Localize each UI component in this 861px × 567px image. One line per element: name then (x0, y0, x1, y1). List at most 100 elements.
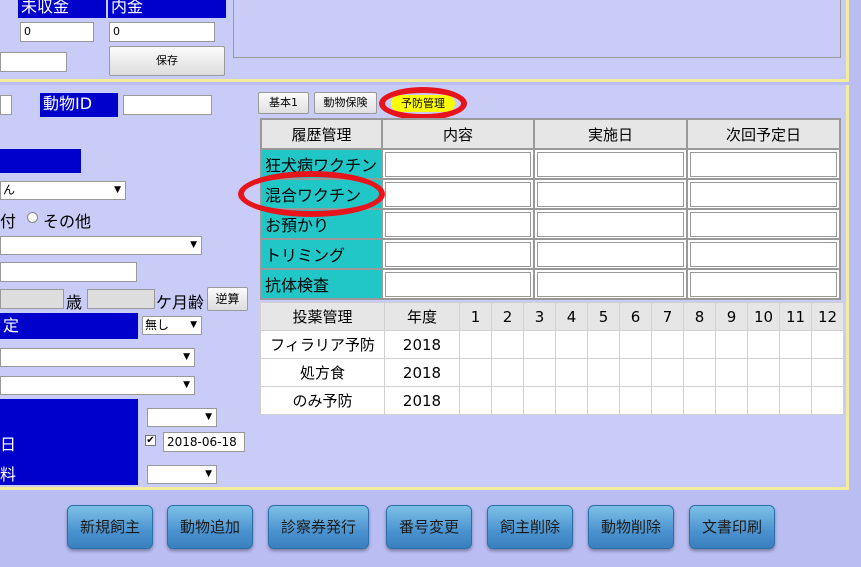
chevron-down-icon: ▼ (190, 240, 197, 250)
fee-label-fragment: 料 (0, 465, 17, 484)
month-cell[interactable] (779, 386, 812, 415)
month-cell[interactable] (747, 330, 780, 359)
next-date-input[interactable] (690, 211, 837, 237)
cell (533, 208, 688, 240)
month-cell[interactable] (491, 330, 524, 359)
month-cell[interactable] (555, 358, 588, 387)
date-input[interactable]: 2018-06-18 (163, 432, 245, 452)
chevron-down-icon: ▼ (183, 380, 190, 390)
next-date-input[interactable] (690, 151, 837, 177)
month-cell[interactable] (587, 330, 620, 359)
select-4[interactable]: ▼ (147, 408, 217, 427)
month-cell[interactable] (811, 386, 844, 415)
next-date-input[interactable] (690, 241, 837, 267)
new-owner-button[interactable]: 新規飼主 (67, 505, 153, 549)
cell (533, 148, 688, 180)
month-cell[interactable] (811, 358, 844, 387)
month-cell[interactable] (491, 386, 524, 415)
tab-animal-insurance[interactable]: 動物保険 (314, 92, 377, 114)
save-button[interactable]: 保存 (109, 46, 225, 76)
select-3[interactable]: ▼ (0, 376, 195, 395)
animal-id-input[interactable] (123, 95, 212, 115)
reverse-calc-button[interactable]: 逆算 (207, 287, 248, 311)
table-row: フィラリア予防 2018 (260, 330, 844, 359)
month-header: 11 (779, 302, 812, 331)
month-header: 12 (811, 302, 844, 331)
inner-input[interactable]: 0 (109, 22, 215, 42)
month-cell[interactable] (619, 358, 652, 387)
teiki-label: 定 (0, 313, 138, 339)
month-cell[interactable] (715, 386, 748, 415)
date-input[interactable] (537, 211, 684, 237)
change-number-button[interactable]: 番号変更 (386, 505, 472, 549)
month-cell[interactable] (715, 330, 748, 359)
print-document-button[interactable]: 文書印刷 (689, 505, 775, 549)
month-cell[interactable] (651, 358, 684, 387)
top-left-input[interactable] (0, 52, 67, 72)
month-header: 9 (715, 302, 748, 331)
month-cell[interactable] (683, 358, 716, 387)
none-select[interactable]: 無し ▼ (142, 316, 202, 335)
medication-year[interactable]: 2018 (384, 330, 460, 359)
content-input[interactable] (385, 241, 531, 267)
pet-name-select[interactable]: ん ▼ (0, 181, 126, 200)
month-cell[interactable] (523, 386, 556, 415)
age-years-input[interactable] (0, 289, 64, 309)
next-date-input[interactable] (690, 271, 837, 297)
month-cell[interactable] (715, 358, 748, 387)
date-input[interactable] (537, 241, 684, 267)
month-cell[interactable] (587, 386, 620, 415)
medication-year[interactable]: 2018 (384, 358, 460, 387)
content-input[interactable] (385, 151, 531, 177)
month-cell[interactable] (779, 358, 812, 387)
month-cell[interactable] (523, 330, 556, 359)
cell (686, 238, 841, 270)
month-cell[interactable] (619, 386, 652, 415)
month-cell[interactable] (651, 330, 684, 359)
select-5[interactable]: ▼ (147, 465, 217, 484)
month-cell[interactable] (491, 358, 524, 387)
uncollected-input[interactable]: 0 (20, 22, 94, 42)
date-input[interactable] (537, 271, 684, 297)
delete-animal-button[interactable]: 動物削除 (588, 505, 674, 549)
month-cell[interactable] (747, 386, 780, 415)
tab-basic1[interactable]: 基本1 (258, 92, 309, 114)
month-cell[interactable] (459, 386, 492, 415)
month-cell[interactable] (555, 330, 588, 359)
age-months-input[interactable] (87, 289, 155, 309)
date-input[interactable] (537, 151, 684, 177)
month-cell[interactable] (555, 386, 588, 415)
month-cell[interactable] (779, 330, 812, 359)
cell (381, 208, 535, 240)
medication-name: フィラリア予防 (260, 330, 385, 359)
month-cell[interactable] (683, 330, 716, 359)
next-date-input[interactable] (690, 181, 837, 207)
date-checkbox[interactable]: ✔ (145, 435, 156, 446)
issue-card-button[interactable]: 診察券発行 (268, 505, 369, 549)
history-header-label: 履歴管理 (260, 118, 383, 150)
month-header: 10 (747, 302, 780, 331)
month-cell[interactable] (587, 358, 620, 387)
month-cell[interactable] (683, 386, 716, 415)
month-cell[interactable] (811, 330, 844, 359)
month-cell[interactable] (459, 330, 492, 359)
content-input[interactable] (385, 181, 531, 207)
radio-other[interactable] (27, 212, 38, 223)
month-cell[interactable] (747, 358, 780, 387)
month-cell[interactable] (651, 386, 684, 415)
month-cell[interactable] (619, 330, 652, 359)
text-input-1[interactable] (0, 262, 137, 282)
select-1[interactable]: ▼ (0, 236, 202, 255)
month-cell[interactable] (523, 358, 556, 387)
month-cell[interactable] (459, 358, 492, 387)
medication-year[interactable]: 2018 (384, 386, 460, 415)
content-input[interactable] (385, 211, 531, 237)
left-cut-input[interactable] (0, 95, 12, 115)
history-header-date: 実施日 (533, 118, 688, 150)
add-animal-button[interactable]: 動物追加 (167, 505, 253, 549)
date-input[interactable] (537, 181, 684, 207)
select-2[interactable]: ▼ (0, 348, 195, 367)
delete-owner-button[interactable]: 飼主削除 (487, 505, 573, 549)
content-input[interactable] (385, 271, 531, 297)
month-header: 2 (491, 302, 524, 331)
